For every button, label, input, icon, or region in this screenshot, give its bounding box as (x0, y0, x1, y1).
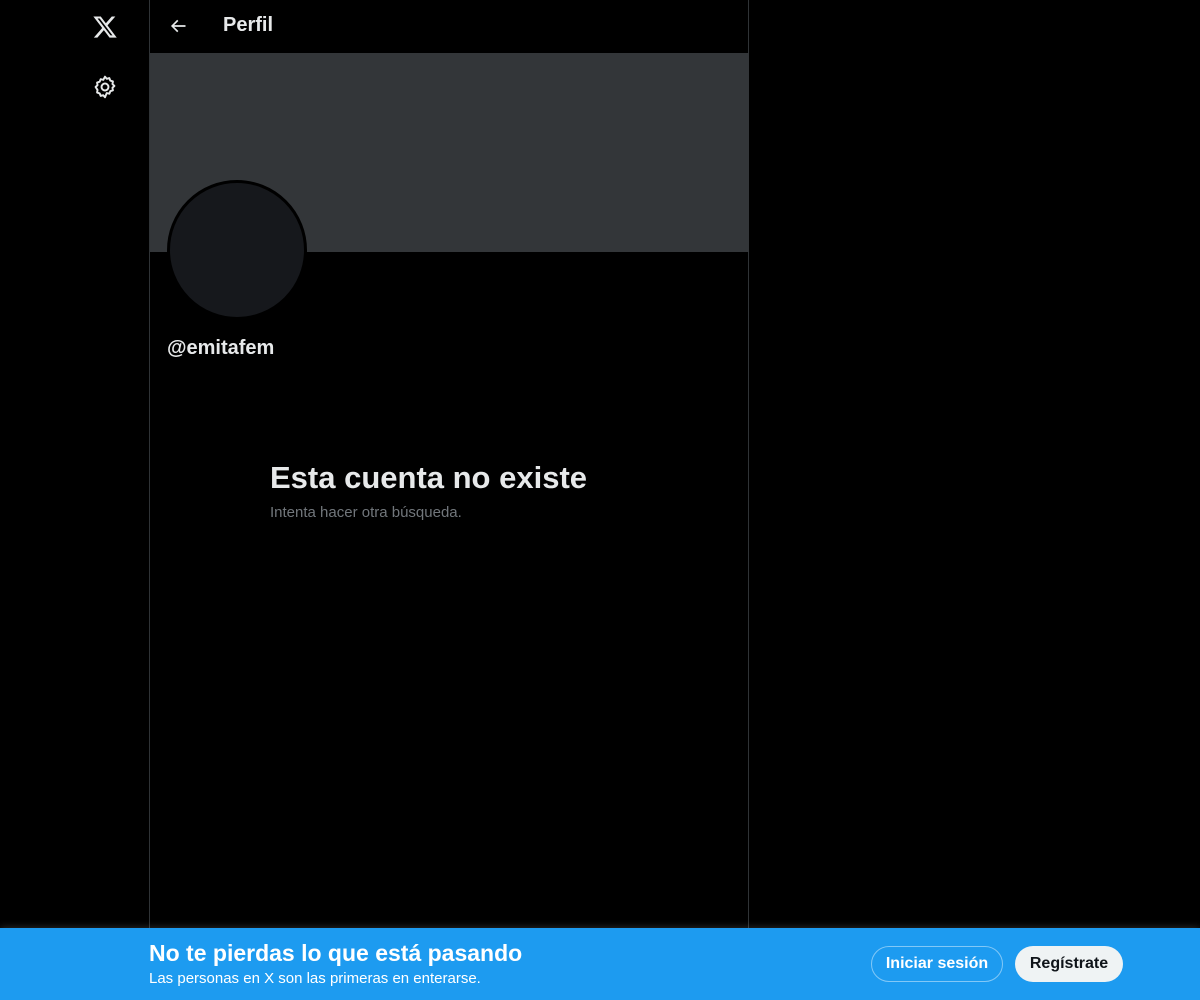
app-root: Perfil @emitafem Esta cuenta no existe I… (0, 0, 1200, 1000)
x-logo-icon[interactable] (80, 2, 130, 52)
signup-banner-title: No te pierdas lo que está pasando (149, 940, 523, 966)
signup-banner-subtitle: Las personas en X son las primeras en en… (149, 970, 481, 987)
empty-state-subtitle: Intenta hacer otra búsqueda. (270, 504, 462, 521)
empty-state: Esta cuenta no existe Intenta hacer otra… (270, 458, 630, 521)
empty-state-title: Esta cuenta no existe (270, 460, 588, 495)
signup-banner: No te pierdas lo que está pasando Las pe… (0, 928, 1200, 1000)
login-button[interactable]: Iniciar sesión (871, 946, 1003, 982)
left-nav (0, 0, 150, 1000)
profile-header: Perfil (150, 0, 749, 53)
back-button[interactable] (160, 8, 196, 44)
page-title: Perfil (223, 14, 274, 36)
arrow-left-icon (170, 19, 186, 33)
avatar (167, 180, 307, 320)
profile-handle: @emitafem (167, 337, 275, 359)
profile-column: Perfil @emitafem Esta cuenta no existe I… (149, 0, 749, 1000)
gear-icon[interactable] (80, 62, 130, 112)
signup-button[interactable]: Regístrate (1015, 946, 1123, 982)
